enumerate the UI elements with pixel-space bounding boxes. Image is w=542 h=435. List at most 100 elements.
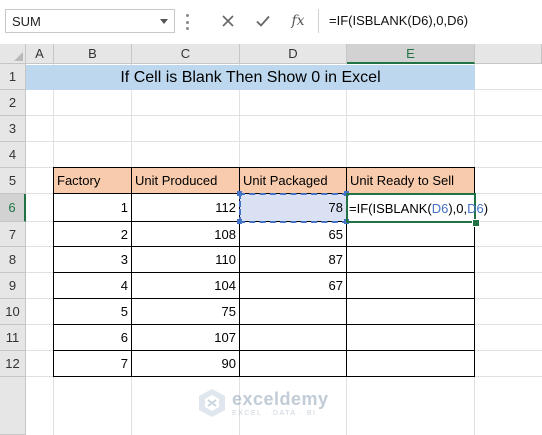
table-header-3-value: Unit Ready to Sell xyxy=(350,173,455,188)
column-header-a[interactable]: A xyxy=(26,44,54,64)
table-cell[interactable]: 78 xyxy=(240,194,347,222)
check-icon xyxy=(256,15,270,27)
table-cell-value: 1 xyxy=(120,200,128,215)
formula-part: =IF(ISBLANK( xyxy=(349,200,432,216)
fill-handle[interactable] xyxy=(472,219,480,227)
table-cell-value: 110 xyxy=(215,252,236,267)
table-cell[interactable] xyxy=(240,299,347,325)
insert-function-button[interactable]: fx xyxy=(283,9,313,33)
table-cell[interactable]: 75 xyxy=(132,299,240,325)
formula-buttons: fx xyxy=(205,9,315,33)
table-cell-value: 107 xyxy=(214,330,236,345)
table-cell[interactable]: 65 xyxy=(240,222,347,247)
table-cell-value: 3 xyxy=(120,252,128,267)
table-cell[interactable]: 67 xyxy=(240,273,347,299)
table-cell-value: 67 xyxy=(328,278,343,293)
name-box[interactable]: SUM xyxy=(5,9,175,33)
select-all-icon xyxy=(14,52,23,61)
watermark-name: exceldemy xyxy=(232,388,329,409)
table-cell[interactable]: 108 xyxy=(132,222,240,247)
row-header-10[interactable]: 10 xyxy=(0,299,26,325)
table-cell[interactable]: 1 xyxy=(54,194,132,222)
table-cell[interactable]: 107 xyxy=(132,325,240,351)
table-cell-value: 108 xyxy=(214,226,236,242)
table-cell[interactable] xyxy=(347,273,475,299)
table-cell[interactable]: 112 xyxy=(132,194,240,222)
enter-button[interactable] xyxy=(248,9,278,33)
column-header-filler xyxy=(475,44,542,64)
table-cell[interactable] xyxy=(347,299,475,325)
table-cell-value: 75 xyxy=(221,304,236,319)
table-cell-value: 65 xyxy=(328,226,343,242)
chevron-down-icon[interactable] xyxy=(160,19,168,24)
row-header-4[interactable]: 4 xyxy=(0,142,26,168)
formula-bar: SUM fx =IF(ISBLANK(D6),0,D6) xyxy=(0,0,542,45)
table-header-0[interactable]: Factory xyxy=(54,168,132,194)
column-header-e[interactable]: E xyxy=(347,44,475,64)
row-header-2[interactable]: 2 xyxy=(0,90,26,116)
exceldemy-logo-icon xyxy=(199,389,225,417)
table-cell[interactable] xyxy=(347,222,475,247)
title-cell[interactable]: If Cell is Blank Then Show 0 in Excel xyxy=(26,65,475,90)
table-cell[interactable]: 2 xyxy=(54,222,132,247)
table-header-1-value: Unit Produced xyxy=(135,173,218,188)
formula-part: ) xyxy=(483,200,489,216)
table-cell[interactable]: 90 xyxy=(132,351,240,377)
table-cell[interactable] xyxy=(240,325,347,351)
formula-reference: D6 xyxy=(467,200,484,216)
row-header-8[interactable]: 8 xyxy=(0,247,26,273)
table-cell[interactable]: 5 xyxy=(54,299,132,325)
table-cell-value: 87 xyxy=(328,252,343,267)
column-header-d[interactable]: D xyxy=(240,44,347,64)
table-header-2-value: Unit Packaged xyxy=(243,173,328,188)
table-cell[interactable] xyxy=(347,351,475,377)
select-all-button[interactable] xyxy=(0,44,26,64)
row-header-12[interactable]: 12 xyxy=(0,351,26,377)
table-cell[interactable]: 87 xyxy=(240,247,347,273)
table-cell[interactable]: 7 xyxy=(54,351,132,377)
column-header-c[interactable]: C xyxy=(132,44,240,64)
table-cell-value: 104 xyxy=(214,278,236,293)
gridline-horizontal xyxy=(26,115,542,116)
sheet-title: If Cell is Blank Then Show 0 in Excel xyxy=(120,68,381,86)
row-header-3[interactable]: 3 xyxy=(0,116,26,142)
reference-handle[interactable] xyxy=(237,191,242,196)
column-header-b[interactable]: B xyxy=(54,44,132,64)
table-cell-value: 4 xyxy=(120,278,128,293)
row-header-9[interactable]: 9 xyxy=(0,273,26,299)
editing-cell-e6[interactable]: =IF(ISBLANK(D6),0, D6) xyxy=(347,194,490,222)
formula-text: =IF(ISBLANK(D6),0,D6) xyxy=(329,13,469,28)
table-cell[interactable]: 4 xyxy=(54,273,132,299)
watermark: exceldemy EXCEL · DATA · BI xyxy=(198,386,348,420)
row-header-6[interactable]: 6 xyxy=(0,194,26,222)
table-cell-value: 90 xyxy=(221,356,236,371)
table-cell[interactable]: 3 xyxy=(54,247,132,273)
table-cell-value: 5 xyxy=(120,304,128,319)
formula-part: ),0, xyxy=(448,200,468,216)
formula-reference: D6 xyxy=(431,200,449,216)
fx-icon: fx xyxy=(291,13,305,29)
close-icon xyxy=(222,15,234,27)
table-cell-value: 7 xyxy=(120,356,128,371)
row-header-filler xyxy=(0,377,26,435)
formula-input[interactable]: =IF(ISBLANK(D6),0,D6) xyxy=(318,9,542,33)
table-cell[interactable]: 110 xyxy=(132,247,240,273)
row-header-1[interactable]: 1 xyxy=(0,64,26,90)
table-cell[interactable]: 6 xyxy=(54,325,132,351)
row-header-5[interactable]: 5 xyxy=(0,168,26,194)
watermark-tagline: EXCEL · DATA · BI xyxy=(232,409,317,417)
table-header-3[interactable]: Unit Ready to Sell xyxy=(347,168,475,194)
gridline-horizontal xyxy=(26,141,542,142)
row-header-11[interactable]: 11 xyxy=(0,325,26,351)
table-header-2[interactable]: Unit Packaged xyxy=(240,168,347,194)
more-dots-icon[interactable] xyxy=(186,14,189,30)
spreadsheet-grid: ABCDE 1 2 3 4 5 6 7 8 9 10 11 12 If Cell is Blank T… xyxy=(0,44,542,435)
table-cell[interactable]: 104 xyxy=(132,273,240,299)
table-header-1[interactable]: Unit Produced xyxy=(132,168,240,194)
reference-handle[interactable] xyxy=(237,219,242,224)
table-cell[interactable] xyxy=(347,325,475,351)
cancel-button[interactable] xyxy=(213,9,243,33)
row-header-7[interactable]: 7 xyxy=(0,222,26,247)
table-cell[interactable] xyxy=(347,247,475,273)
table-cell[interactable] xyxy=(240,351,347,377)
